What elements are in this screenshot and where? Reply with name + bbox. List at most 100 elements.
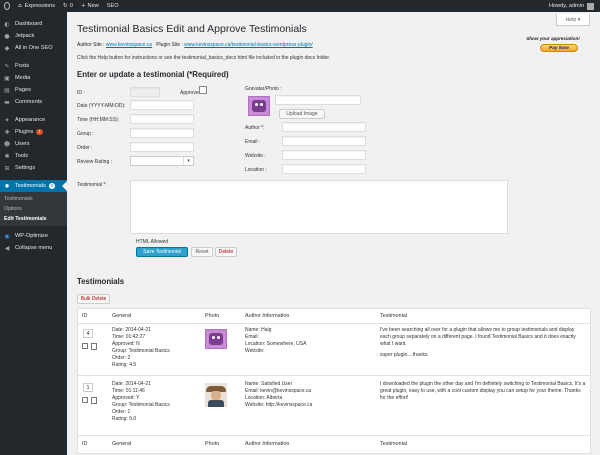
pin-icon: ✎ bbox=[4, 62, 10, 70]
pay-now-button[interactable]: Pay Now bbox=[540, 44, 578, 52]
jetpack-icon: ● bbox=[4, 32, 10, 40]
sidebar-item-wp-optimize[interactable]: ◉ WP-Optimize bbox=[0, 230, 67, 242]
row-checkbox[interactable] bbox=[82, 343, 88, 349]
sidebar-item-pages[interactable]: ▤ Pages bbox=[0, 84, 67, 96]
approved-checkbox[interactable] bbox=[199, 86, 207, 94]
gravatar-photo bbox=[248, 96, 270, 116]
updates-icon: ↻ bbox=[63, 3, 68, 9]
sidebar-item-label: Comments bbox=[15, 99, 43, 105]
user-icon: ☻ bbox=[3, 140, 11, 148]
header-divider bbox=[78, 323, 590, 324]
brush-icon: ✦ bbox=[4, 116, 10, 124]
admin-bar: ⌂ Expressions ↻ 0 + New SEO Howdy, admin bbox=[0, 0, 600, 12]
edit-icon[interactable] bbox=[91, 397, 97, 404]
sidebar-item-label: All in One SEO bbox=[15, 45, 53, 51]
account-menu[interactable]: Howdy, admin bbox=[545, 0, 600, 12]
wordpress-logo-icon[interactable] bbox=[0, 0, 14, 12]
sidebar-item-label: Users bbox=[15, 141, 30, 147]
time-field[interactable] bbox=[130, 114, 194, 124]
location-label: Location : bbox=[245, 167, 267, 173]
sidebar-item-label: Tools bbox=[15, 153, 29, 159]
sidebar-item-users[interactable]: ☻ Users bbox=[0, 138, 67, 150]
column-footer-testimonial: Testimonial bbox=[380, 441, 407, 447]
delete-button[interactable]: Delete bbox=[215, 247, 237, 257]
sidebar-item-dashboard[interactable]: ◐ Dashboard bbox=[0, 18, 67, 30]
location-field[interactable] bbox=[282, 164, 366, 174]
author-site-link[interactable]: www.kevinsspace.ca bbox=[106, 42, 152, 48]
site-name-link[interactable]: ⌂ Expressions bbox=[14, 0, 59, 12]
testimonial-text: I downloaded the plugin the other day an… bbox=[380, 381, 586, 401]
sidebar-item-settings[interactable]: ⊞ Settings bbox=[0, 162, 67, 174]
sidebar-item-label: WP-Optimize bbox=[15, 233, 48, 239]
row-divider bbox=[78, 375, 590, 376]
seo-label: SEO bbox=[106, 3, 119, 9]
column-header-testimonial: Testimonial bbox=[380, 313, 407, 319]
optimize-icon: ◉ bbox=[4, 232, 10, 240]
admin-sidebar: ◐ Dashboard ● Jetpack ◆ All in One SEO ✎ Pos… bbox=[0, 12, 67, 455]
html-allowed-note: HTML Allowed bbox=[136, 239, 169, 245]
photo-url-field[interactable] bbox=[275, 95, 361, 105]
sidebar-item-media[interactable]: ▣ Media bbox=[0, 72, 67, 84]
plus-icon: + bbox=[80, 3, 86, 9]
testimonial-text: I've been searching all over for a plugi… bbox=[380, 327, 576, 358]
submenu-testimonials[interactable]: Testimonials bbox=[0, 194, 67, 204]
sidebar-item-label: Plugins bbox=[15, 129, 34, 135]
footer-divider bbox=[78, 435, 590, 436]
review-rating-select[interactable]: ▾ bbox=[130, 156, 194, 166]
page-icon: ▤ bbox=[4, 86, 10, 94]
author-label: Author *: bbox=[245, 125, 265, 131]
submenu-edit-testimonials[interactable]: Edit Testimonials bbox=[0, 214, 67, 224]
author-field[interactable] bbox=[282, 122, 366, 132]
updates-link[interactable]: ↻ 0 bbox=[59, 0, 77, 12]
testimonial-textarea[interactable] bbox=[130, 180, 508, 234]
sidebar-item-jetpack[interactable]: ● Jetpack bbox=[0, 30, 67, 42]
wrench-icon: ✱ bbox=[4, 152, 10, 160]
id-label: ID : bbox=[77, 90, 85, 96]
bulk-delete-button[interactable]: Bulk Delete bbox=[77, 294, 110, 304]
plugin-icon: ✚ bbox=[4, 128, 10, 136]
sidebar-item-label: Testimonials bbox=[15, 183, 46, 189]
column-footer-general: General bbox=[112, 441, 132, 447]
sidebar-item-seo[interactable]: ◆ All in One SEO bbox=[0, 42, 67, 54]
group-field[interactable] bbox=[130, 128, 194, 138]
row-checkbox[interactable] bbox=[82, 397, 88, 403]
plugin-site-label: Plugin Site : bbox=[156, 42, 183, 48]
new-content-link[interactable]: + New bbox=[77, 0, 103, 12]
website-field[interactable] bbox=[282, 150, 366, 160]
save-testimonial-button[interactable]: Save Testimonial bbox=[136, 247, 188, 257]
order-box[interactable]: 4 bbox=[83, 329, 93, 338]
sidebar-item-plugins[interactable]: ✚ Plugins 1 bbox=[0, 126, 67, 138]
media-icon: ▣ bbox=[4, 74, 10, 82]
sidebar-item-testimonials[interactable]: ✹ Testimonials 2 bbox=[0, 180, 67, 192]
sidebar-item-label: Media bbox=[15, 75, 31, 81]
sidebar-item-comments[interactable]: ▬ Comments bbox=[0, 96, 67, 108]
upload-image-button[interactable]: Upload Image bbox=[279, 109, 325, 119]
sidebar-item-tools[interactable]: ✱ Tools bbox=[0, 150, 67, 162]
settings-icon: ⊞ bbox=[4, 164, 10, 172]
seo-icon: ◆ bbox=[4, 44, 10, 52]
new-label: New bbox=[87, 3, 99, 9]
order-box[interactable]: 1 bbox=[83, 383, 93, 392]
page-title: Testimonial Basics Edit and Approve Test… bbox=[77, 23, 307, 35]
email-field[interactable] bbox=[282, 136, 366, 146]
reset-button[interactable]: Reset bbox=[191, 247, 213, 257]
submenu-options[interactable]: Options bbox=[0, 204, 67, 214]
plugin-site-link[interactable]: www.kevinsspace.ca/testimonial-basics-wo… bbox=[184, 42, 312, 48]
collapse-menu-button[interactable]: ◀ Collapse menu bbox=[0, 242, 67, 254]
seo-link[interactable]: SEO bbox=[103, 0, 123, 12]
website-label: Website : bbox=[245, 153, 266, 159]
edit-icon[interactable] bbox=[91, 343, 97, 350]
dashboard-icon: ◐ bbox=[4, 20, 10, 28]
sidebar-item-label: Appearance bbox=[15, 117, 46, 123]
appreciation-text: Show your appreciation! bbox=[526, 36, 580, 41]
sites-line: Author Site : www.kevinsspace.ca Plugin … bbox=[77, 42, 313, 48]
sidebar-item-posts[interactable]: ✎ Posts bbox=[0, 60, 67, 72]
help-tab-button[interactable]: Help ▾ bbox=[556, 14, 590, 26]
sidebar-item-label: Dashboard bbox=[15, 21, 43, 27]
help-instructions: Click the Help button for instructions o… bbox=[77, 55, 331, 61]
sidebar-item-appearance[interactable]: ✦ Appearance bbox=[0, 114, 67, 126]
date-field[interactable] bbox=[130, 100, 194, 110]
main-content: Help ▾ Testimonial Basics Edit and Appro… bbox=[67, 12, 600, 455]
order-field[interactable] bbox=[130, 142, 194, 152]
testimonials-count: 2 bbox=[48, 183, 56, 189]
